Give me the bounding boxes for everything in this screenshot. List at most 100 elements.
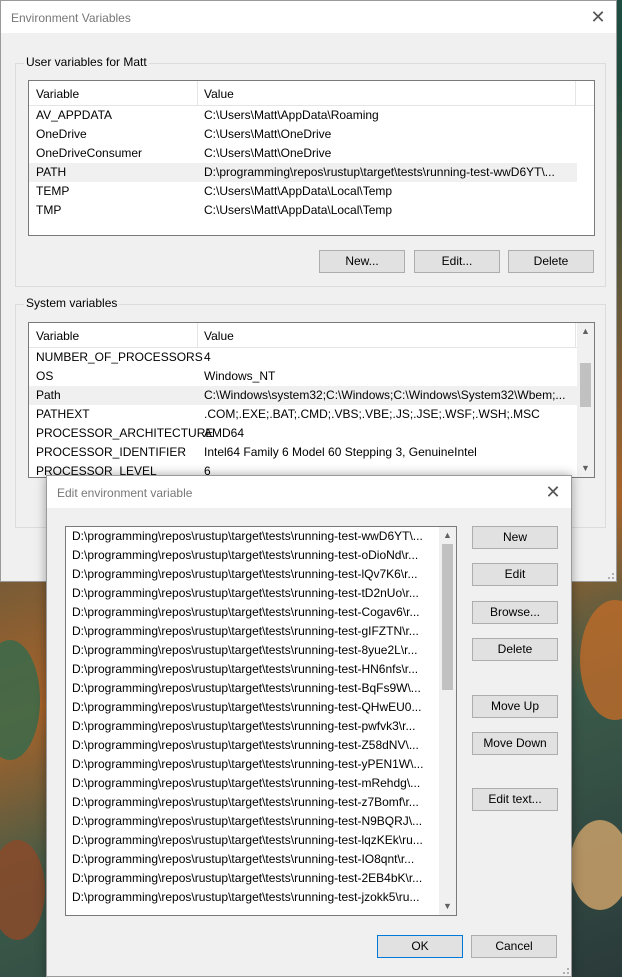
variable-name: PROCESSOR_IDENTIFIER [36,445,187,459]
variable-value: Intel64 Family 6 Model 60 Stepping 3, Ge… [204,445,477,459]
list-item[interactable]: D:\programming\repos\rustup\target\tests… [72,527,438,546]
resize-grip-icon[interactable] [559,964,569,974]
list-item[interactable]: D:\programming\repos\rustup\target\tests… [72,622,438,641]
user-delete-button[interactable]: Delete [508,250,594,273]
cancel-button[interactable]: Cancel [471,935,557,958]
variable-value: 4 [204,350,211,364]
vertical-scrollbar[interactable]: ▲ ▼ [439,527,456,915]
column-divider[interactable] [575,81,576,105]
list-item[interactable]: OneDrive C:\Users\Matt\OneDrive [29,125,577,144]
delete-button[interactable]: Delete [472,638,558,661]
dialog-title: Edit environment variable [57,486,193,500]
list-item[interactable]: D:\programming\repos\rustup\target\tests… [72,679,438,698]
variable-value: C:\Windows\system32;C:\Windows;C:\Window… [204,388,566,402]
list-item[interactable]: D:\programming\repos\rustup\target\tests… [72,698,438,717]
variable-name: Path [36,388,61,402]
list-item[interactable]: PROCESSOR_IDENTIFIER Intel64 Family 6 Mo… [29,443,577,462]
variable-name: PATH [36,165,67,179]
list-item[interactable]: D:\programming\repos\rustup\target\tests… [72,812,438,831]
list-item[interactable]: TMP C:\Users\Matt\AppData\Local\Temp [29,201,577,220]
list-item[interactable]: D:\programming\repos\rustup\target\tests… [72,831,438,850]
list-item[interactable]: PROCESSOR_ARCHITECTURE AMD64 [29,424,577,443]
system-variables-list[interactable]: Variable Value NUMBER_OF_PROCESSORS 4 OS… [28,322,595,478]
column-divider[interactable] [197,323,198,347]
column-header-variable[interactable]: Variable [36,87,79,101]
list-item[interactable]: D:\programming\repos\rustup\target\tests… [72,546,438,565]
move-down-button[interactable]: Move Down [472,732,558,755]
desktop-wallpaper-coral [0,840,45,940]
list-item[interactable]: NUMBER_OF_PROCESSORS 4 [29,348,577,367]
new-button[interactable]: New [472,526,558,549]
list-item[interactable]: D:\programming\repos\rustup\target\tests… [72,793,438,812]
scrollbar-thumb[interactable] [442,544,453,690]
edit-text-button[interactable]: Edit text... [472,788,558,811]
variable-name: OneDriveConsumer [36,146,143,160]
scroll-up-icon[interactable]: ▲ [439,527,456,544]
list-header: Variable Value [29,323,594,348]
column-header-variable[interactable]: Variable [36,329,79,343]
scroll-down-icon[interactable]: ▼ [439,898,456,915]
edit-button[interactable]: Edit [472,563,558,586]
vertical-scrollbar[interactable]: ▲ ▼ [577,323,594,477]
variable-value: .COM;.EXE;.BAT;.CMD;.VBS;.VBE;.JS;.JSE;.… [204,407,540,421]
variable-name: OneDrive [36,127,87,141]
list-item[interactable]: D:\programming\repos\rustup\target\tests… [72,641,438,660]
variable-value: C:\Users\Matt\OneDrive [204,146,332,160]
variable-name: OS [36,369,54,383]
close-icon[interactable]: ✕ [588,7,608,27]
window-title: Environment Variables [11,11,131,25]
resize-grip-icon[interactable] [604,569,614,579]
desktop-wallpaper-coral [580,600,622,720]
variable-name: PROCESSOR_ARCHITECTURE [36,426,214,440]
list-item[interactable]: OS Windows_NT [29,367,577,386]
list-item[interactable]: TEMP C:\Users\Matt\AppData\Local\Temp [29,182,577,201]
list-item[interactable]: OneDriveConsumer C:\Users\Matt\OneDrive [29,144,577,163]
list-item[interactable]: D:\programming\repos\rustup\target\tests… [72,736,438,755]
column-header-value[interactable]: Value [204,329,234,343]
scroll-down-icon[interactable]: ▼ [577,460,594,477]
variable-value: C:\Users\Matt\AppData\Local\Temp [204,203,393,217]
title-bar: Edit environment variable ✕ [47,476,571,508]
ok-button[interactable]: OK [377,935,463,958]
list-item[interactable]: PATHEXT .COM;.EXE;.BAT;.CMD;.VBS;.VBE;.J… [29,405,577,424]
column-divider[interactable] [575,323,576,347]
variable-name: AV_APPDATA [36,108,113,122]
scroll-up-icon[interactable]: ▲ [577,323,594,340]
list-item[interactable]: D:\programming\repos\rustup\target\tests… [72,888,438,907]
path-entries-list[interactable]: D:\programming\repos\rustup\target\tests… [65,526,457,916]
variable-name: PATHEXT [36,407,90,421]
list-item[interactable]: D:\programming\repos\rustup\target\tests… [72,869,438,888]
list-item[interactable]: D:\programming\repos\rustup\target\tests… [72,660,438,679]
variable-name: TEMP [36,184,70,198]
variable-value: C:\Users\Matt\AppData\Roaming [204,108,379,122]
close-icon[interactable]: ✕ [543,482,563,502]
variable-value: AMD64 [204,426,245,440]
variable-value: C:\Users\Matt\OneDrive [204,127,332,141]
variable-value: C:\Users\Matt\AppData\Local\Temp [204,184,393,198]
user-edit-button[interactable]: Edit... [414,250,500,273]
user-variables-group: User variables for Matt Variable Value A… [15,55,606,287]
title-bar: Environment Variables ✕ [1,1,616,33]
column-divider[interactable] [197,81,198,105]
user-variables-label: User variables for Matt [24,55,149,69]
desktop-wallpaper-coral [0,640,40,760]
desktop-wallpaper-coral [570,820,622,910]
list-item[interactable]: D:\programming\repos\rustup\target\tests… [72,603,438,622]
list-item[interactable]: D:\programming\repos\rustup\target\tests… [72,717,438,736]
list-item[interactable]: D:\programming\repos\rustup\target\tests… [72,755,438,774]
list-item-selected[interactable]: Path C:\Windows\system32;C:\Windows;C:\W… [29,386,577,405]
user-new-button[interactable]: New... [319,250,405,273]
list-item[interactable]: D:\programming\repos\rustup\target\tests… [72,774,438,793]
system-variables-label: System variables [24,296,120,310]
variable-value: Windows_NT [204,369,276,383]
list-item[interactable]: D:\programming\repos\rustup\target\tests… [72,565,438,584]
list-item-selected[interactable]: PATH D:\programming\repos\rustup\target\… [29,163,577,182]
user-variables-list[interactable]: Variable Value AV_APPDATA C:\Users\Matt\… [28,80,595,236]
scrollbar-thumb[interactable] [580,363,591,407]
list-item[interactable]: AV_APPDATA C:\Users\Matt\AppData\Roaming [29,106,577,125]
list-item[interactable]: D:\programming\repos\rustup\target\tests… [72,850,438,869]
browse-button[interactable]: Browse... [472,601,558,624]
list-item[interactable]: D:\programming\repos\rustup\target\tests… [72,584,438,603]
move-up-button[interactable]: Move Up [472,695,558,718]
column-header-value[interactable]: Value [204,87,234,101]
